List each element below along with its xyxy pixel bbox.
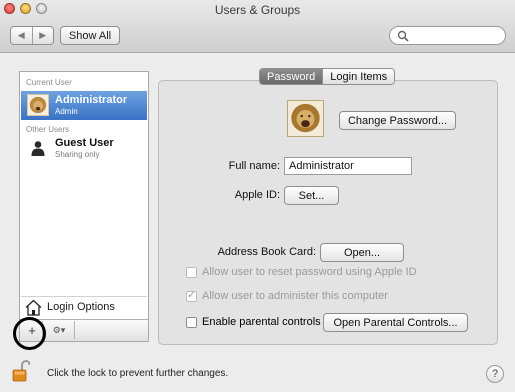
tab-login-items[interactable]: Login Items: [322, 69, 395, 84]
parental-controls-label: Enable parental controls: [202, 316, 321, 328]
administer-checkbox[interactable]: ✓: [186, 290, 197, 302]
user-list-panel: Current User Administrator Admin Other U…: [19, 71, 149, 342]
house-icon: [25, 299, 42, 316]
reset-password-checkbox[interactable]: [186, 266, 197, 278]
login-options-item[interactable]: Login Options: [21, 296, 147, 318]
toolbar: Users & Groups ◀ ▶ Show All: [0, 0, 515, 53]
user-role: Admin: [55, 107, 78, 116]
tab-password[interactable]: Password: [260, 69, 323, 84]
back-forward-control: ◀ ▶: [10, 26, 54, 45]
back-button[interactable]: ◀: [11, 27, 32, 44]
search-input[interactable]: [389, 26, 506, 45]
detail-tabs: Password Login Items: [259, 68, 396, 85]
other-users-header: Other Users: [26, 125, 70, 134]
lock-status-text: Click the lock to prevent further change…: [47, 368, 229, 379]
users-groups-window: Users & Groups ◀ ▶ Show All Current User…: [0, 0, 515, 392]
user-row-guest[interactable]: Guest User Sharing only: [21, 136, 147, 162]
action-menu-button[interactable]: ⚙▾: [44, 321, 75, 339]
user-list-actions: + ⚙▾: [20, 319, 148, 341]
user-role: Sharing only: [55, 150, 100, 159]
full-name-label: Full name:: [228, 160, 280, 172]
window-title: Users & Groups: [214, 3, 301, 17]
address-book-open-button[interactable]: Open...: [320, 243, 404, 262]
administer-checkbox-row[interactable]: ✓ Allow user to administer this computer: [186, 290, 388, 302]
reset-password-label: Allow user to reset password using Apple…: [202, 266, 417, 278]
login-options-label: Login Options: [47, 301, 115, 313]
show-all-button[interactable]: Show All: [60, 26, 120, 45]
administer-label: Allow user to administer this computer: [202, 290, 388, 302]
apple-id-set-button[interactable]: Set...: [284, 186, 339, 205]
change-password-button[interactable]: Change Password...: [339, 111, 456, 130]
add-user-button[interactable]: +: [22, 321, 43, 339]
full-name-field[interactable]: Administrator: [284, 157, 412, 175]
current-user-header: Current User: [26, 78, 72, 87]
person-silhouette-icon: [31, 141, 45, 156]
unlocked-padlock-icon[interactable]: [12, 360, 30, 382]
forward-button[interactable]: ▶: [31, 27, 54, 44]
user-row-administrator[interactable]: Administrator Admin: [21, 91, 147, 120]
address-book-card-label: Address Book Card:: [217, 246, 316, 258]
lion-avatar-icon: [27, 94, 49, 116]
open-parental-controls-button[interactable]: Open Parental Controls...: [323, 313, 468, 332]
user-name: Administrator: [55, 94, 128, 106]
help-button[interactable]: ?: [486, 365, 504, 383]
user-name: Guest User: [55, 137, 114, 149]
search-icon: [397, 30, 409, 42]
apple-id-label: Apple ID:: [234, 189, 280, 201]
parental-controls-checkbox[interactable]: [186, 316, 197, 328]
parental-controls-checkbox-row[interactable]: Enable parental controls: [186, 316, 321, 328]
user-picture-button[interactable]: [287, 100, 324, 137]
reset-password-checkbox-row[interactable]: Allow user to reset password using Apple…: [186, 266, 417, 278]
